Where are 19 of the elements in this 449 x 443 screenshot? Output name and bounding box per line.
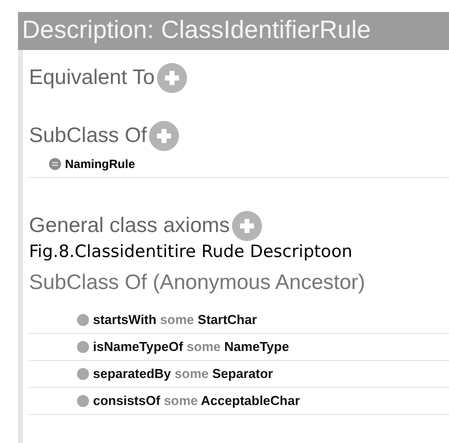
restriction-expression[interactable]: consistsOf some AcceptableChar (93, 390, 300, 410)
restriction-icon (77, 314, 89, 326)
restriction-expression[interactable]: isNameTypeOf some NameType (93, 336, 290, 356)
restriction-expression[interactable]: separatedBy some Separator (93, 364, 273, 384)
panel-title: Description: ClassIdentifierRule (22, 15, 371, 46)
section-heading: Equivalent To (29, 65, 155, 91)
section-heading: General class axioms (29, 213, 230, 239)
restriction-icon (77, 368, 89, 380)
section-heading: SubClass Of (29, 123, 147, 149)
section-heading: SubClass Of (Anonymous Ancestor) (29, 270, 366, 296)
class-name[interactable]: NamingRule (65, 155, 136, 173)
restriction-expression[interactable]: startsWith some StartChar (93, 310, 257, 330)
add-button[interactable] (156, 62, 187, 93)
class-icon (49, 158, 61, 170)
figure-caption: Fig.8.Classidentitire Rude Descriptoon (29, 240, 354, 264)
restriction-icon (77, 340, 89, 352)
add-button[interactable] (232, 210, 262, 241)
restriction-icon (77, 394, 89, 406)
add-button[interactable] (148, 120, 179, 151)
